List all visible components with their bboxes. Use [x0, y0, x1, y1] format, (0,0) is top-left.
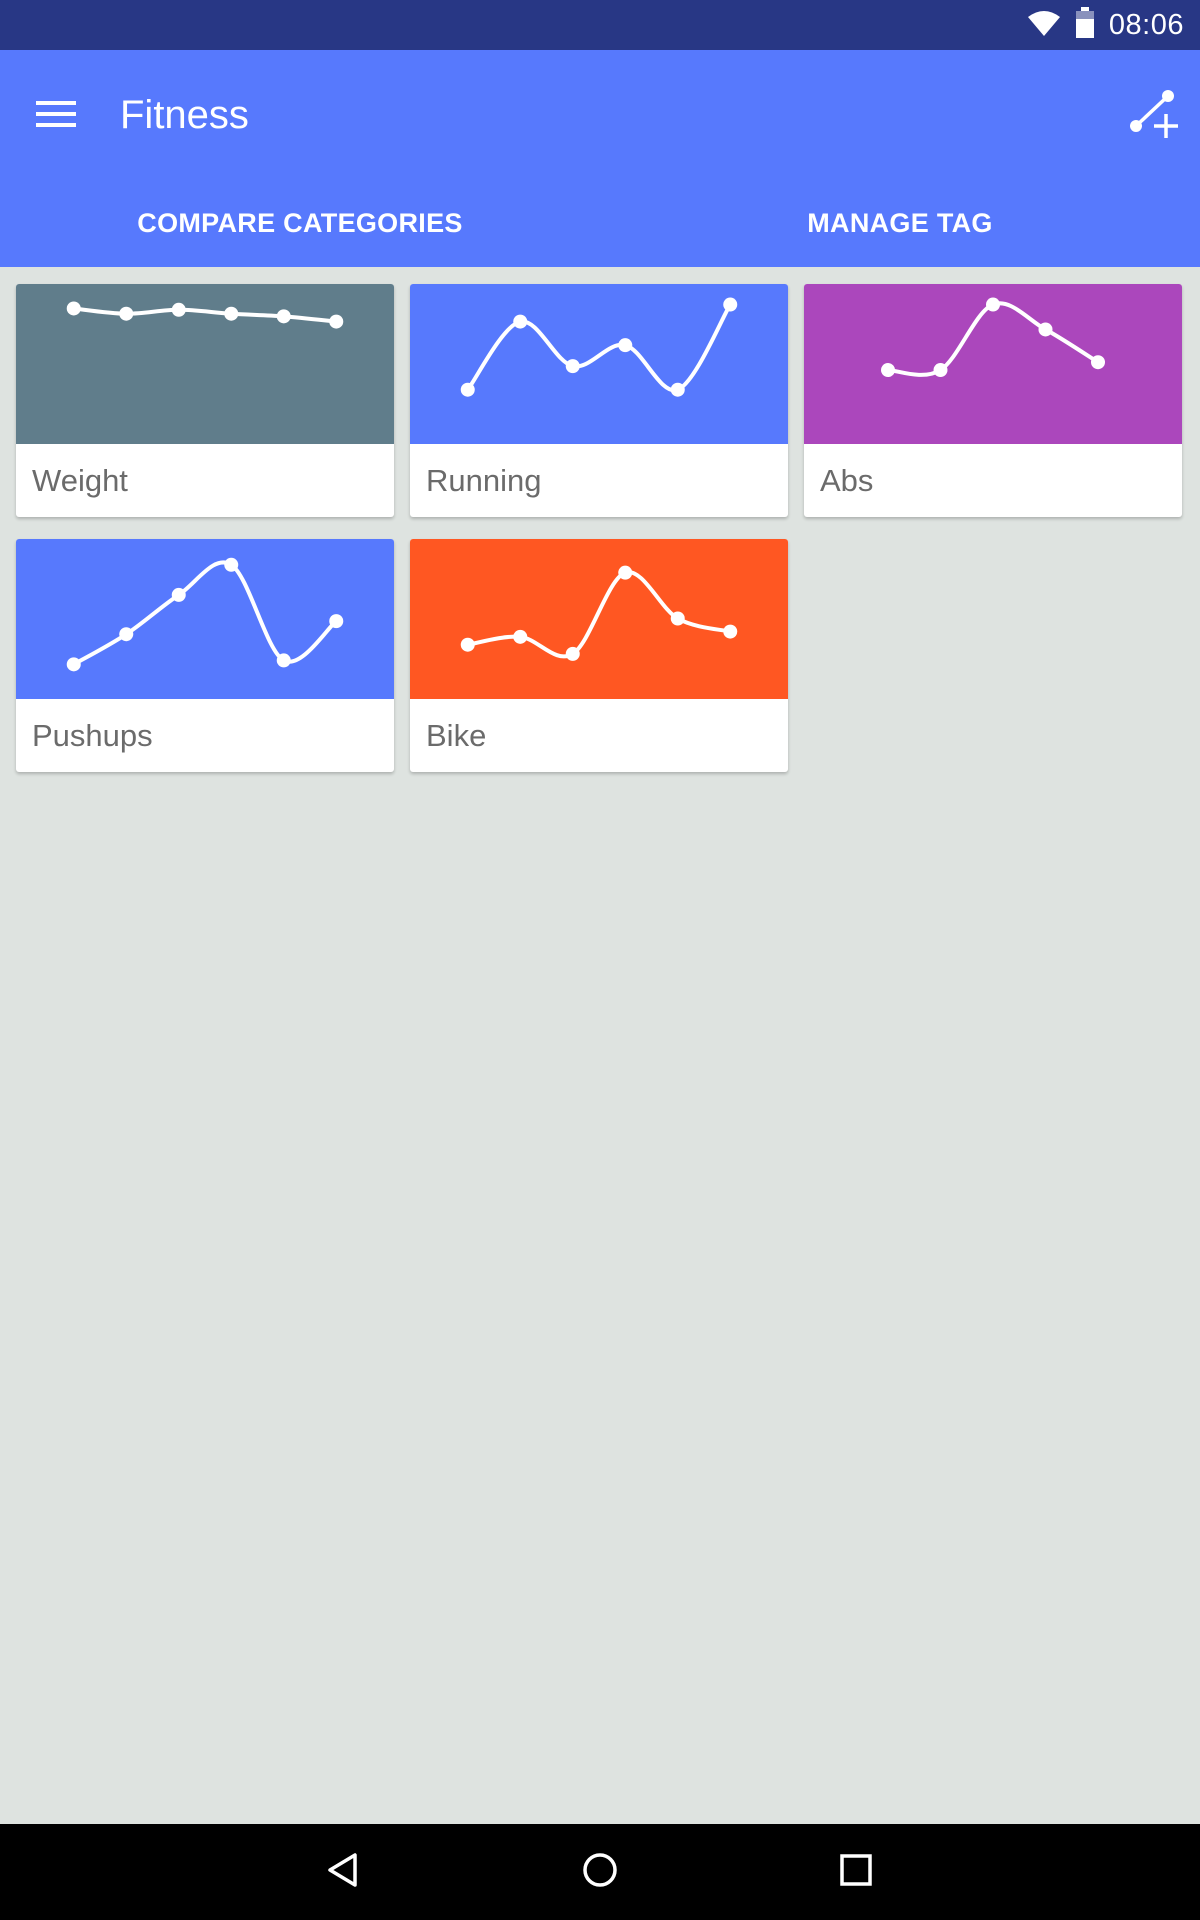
tab-compare-categories[interactable]: COMPARE CATEGORIES — [0, 180, 600, 267]
home-button[interactable] — [566, 1838, 634, 1906]
add-graph-button[interactable] — [1122, 84, 1186, 148]
sparkline-point — [618, 338, 633, 353]
back-button[interactable] — [310, 1838, 378, 1906]
sparkline-point — [670, 382, 685, 397]
sparkline-point — [276, 653, 291, 668]
category-card-bike[interactable]: Bike — [410, 539, 788, 772]
sparkline-chart — [804, 284, 1182, 444]
wifi-icon — [1027, 9, 1061, 42]
chart-background — [410, 539, 788, 699]
sparkline-point — [460, 382, 475, 397]
status-icons: 08:06 — [1027, 0, 1184, 50]
sparkline-point — [276, 309, 291, 324]
sparkline-point — [171, 302, 186, 317]
sparkline-point — [565, 359, 580, 374]
page-title: Fitness — [120, 93, 249, 137]
menu-icon — [36, 100, 76, 133]
status-time: 08:06 — [1108, 8, 1184, 41]
navigation-bar — [0, 1824, 1200, 1920]
status-bar: 08:06 — [0, 0, 1200, 50]
category-card-weight[interactable]: Weight — [16, 284, 394, 517]
sparkline-point — [119, 306, 134, 321]
home-icon — [580, 1850, 620, 1895]
sparkline-point — [329, 614, 344, 629]
sparkline-point — [66, 301, 81, 316]
category-card-pushups[interactable]: Pushups — [16, 539, 394, 772]
sparkline-chart — [16, 284, 394, 444]
sparkline-point — [1038, 322, 1053, 337]
category-grid: Weight Running Abs Pushups Bike — [16, 284, 1184, 772]
sparkline-point — [881, 363, 895, 378]
sparkline-point — [565, 646, 580, 661]
sparkline-point — [119, 627, 134, 642]
tab-bar: COMPARE CATEGORIES MANAGE TAG — [0, 180, 1200, 267]
tab-manage-tag[interactable]: MANAGE TAG — [600, 180, 1200, 267]
add-graph-icon — [1128, 88, 1180, 145]
sparkline-point — [460, 637, 475, 652]
category-label: Pushups — [32, 718, 153, 753]
sparkline-chart — [410, 284, 788, 444]
sparkline-point — [670, 611, 685, 626]
sparkline-point — [1091, 355, 1105, 370]
app-bar: Fitness COMPARE CATEGORIES MANAGE TAG — [0, 50, 1200, 267]
sparkline-point — [723, 297, 738, 312]
sparkline-point — [224, 557, 239, 572]
battery-icon — [1075, 6, 1095, 44]
sparkline-point — [171, 587, 186, 602]
category-label: Bike — [426, 718, 487, 753]
back-icon — [324, 1850, 364, 1895]
category-label: Abs — [820, 463, 874, 498]
recents-icon — [836, 1850, 876, 1895]
category-label: Weight — [32, 463, 128, 498]
category-label: Running — [426, 463, 542, 498]
sparkline-point — [618, 565, 633, 580]
category-card-abs[interactable]: Abs — [804, 284, 1182, 517]
sparkline-point — [513, 629, 528, 644]
sparkline-point — [723, 624, 738, 639]
recents-button[interactable] — [822, 1838, 890, 1906]
sparkline-point — [224, 306, 239, 321]
sparkline-chart — [16, 539, 394, 699]
sparkline-point — [66, 657, 81, 672]
menu-button[interactable] — [24, 92, 88, 140]
sparkline-chart — [410, 539, 788, 699]
sparkline-point — [513, 314, 528, 329]
sparkline-point — [933, 363, 948, 378]
sparkline-point — [329, 314, 344, 329]
category-card-running[interactable]: Running — [410, 284, 788, 517]
sparkline-point — [986, 297, 1000, 312]
